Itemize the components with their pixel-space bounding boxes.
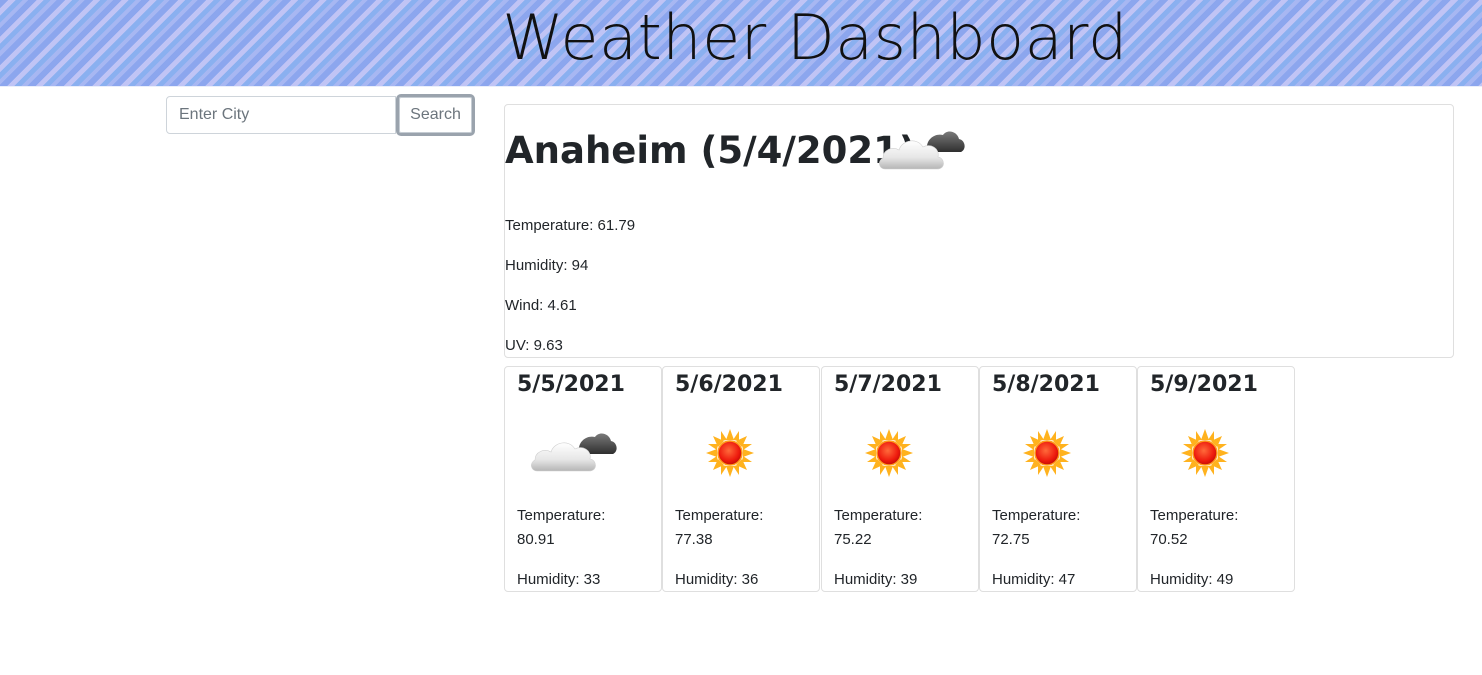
partly-cloudy-icon [527,421,617,485]
forecast-humidity: Humidity: 49 [1150,571,1234,588]
header-banner: Weather Dashboard [0,0,1482,87]
forecast-temperature-value: 75.22 [834,531,872,548]
forecast-card: 5/6/2021 Temperature: 77.38 Humidity: 36 [662,366,820,592]
forecast-temperature-label: Temperature: [675,507,764,524]
forecast-date: 5/9/2021 [1150,372,1258,397]
forecast-humidity: Humidity: 33 [517,571,601,588]
forecast-date: 5/5/2021 [517,372,625,397]
current-temperature: Temperature: 61.79 [505,217,636,234]
forecast-date: 5/7/2021 [834,372,942,397]
partly-cloudy-icon [875,121,965,181]
sun-icon [685,421,775,485]
forecast-humidity: Humidity: 39 [834,571,918,588]
current-uv: UV: 9.63 [505,337,563,354]
forecast-temperature-value: 72.75 [992,531,1030,548]
sun-icon [844,421,934,485]
search-button[interactable]: Search [396,94,475,136]
forecast-temperature-label: Temperature: [1150,507,1239,524]
forecast-temperature-value: 77.38 [675,531,713,548]
current-city-title: Anaheim (5/4/2021) [505,129,916,172]
forecast-humidity: Humidity: 47 [992,571,1076,588]
forecast-date: 5/8/2021 [992,372,1100,397]
forecast-temperature-label: Temperature: [517,507,606,524]
sun-icon [1002,421,1092,485]
page-title: Weather Dashboard [502,1,1128,74]
forecast-card: 5/5/2021 Temperature: 80.91 Humidity: 33 [504,366,662,592]
forecast-humidity: Humidity: 36 [675,571,759,588]
forecast-card: 5/9/2021 Temperature: 70.52 Humidity: 49 [1137,366,1295,592]
forecast-date: 5/6/2021 [675,372,783,397]
forecast-temperature-label: Temperature: [834,507,923,524]
current-wind: Wind: 4.61 [505,297,577,314]
current-humidity: Humidity: 94 [505,257,589,274]
forecast-temperature-value: 70.52 [1150,531,1188,548]
sun-icon [1160,421,1250,485]
city-search-input[interactable] [166,96,396,134]
forecast-temperature-label: Temperature: [992,507,1081,524]
forecast-card: 5/7/2021 Temperature: 75.22 Humidity: 39 [821,366,979,592]
forecast-temperature-value: 80.91 [517,531,555,548]
current-weather-card: Anaheim (5/4/2021) Temperature: 61.79 Hu… [504,104,1454,358]
forecast-card: 5/8/2021 Temperature: 72.75 Humidity: 47 [979,366,1137,592]
